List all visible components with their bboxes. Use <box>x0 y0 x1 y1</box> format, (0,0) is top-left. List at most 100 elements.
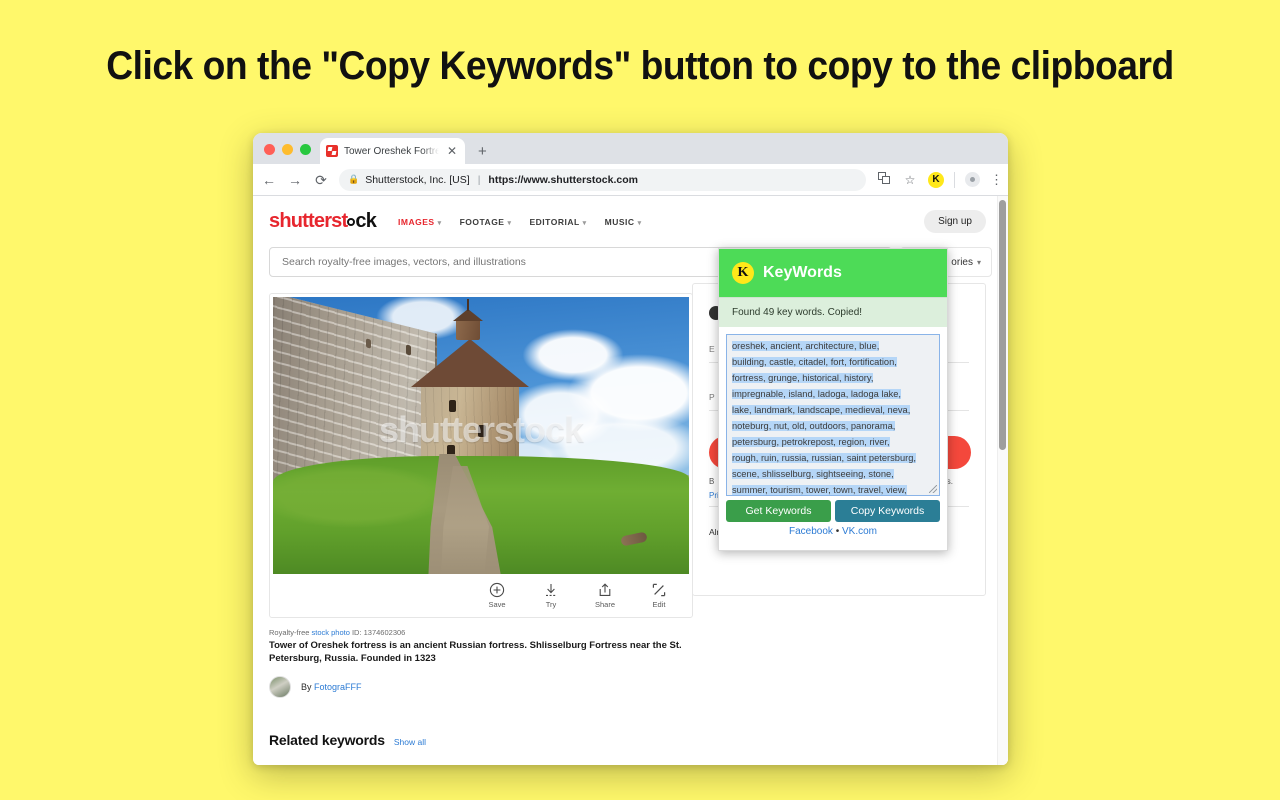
save-button[interactable]: Save <box>482 582 512 609</box>
address-bar[interactable]: 🔒 Shutterstock, Inc. [US] | https://www.… <box>339 168 866 765</box>
reload-icon[interactable]: ⟳ <box>313 173 329 187</box>
show-all-link[interactable]: Show all <box>394 737 426 747</box>
keyword-line-text: fortress, grunge, historical, history, <box>732 372 874 383</box>
browser-tab-strip: Tower Oreshek Fortress Ancient ✕ + <box>253 133 1008 164</box>
keyword-line-text: petersburg, petrokrepost, region, river, <box>732 436 890 447</box>
window-controls[interactable] <box>253 144 320 164</box>
translate-icon[interactable] <box>876 172 892 187</box>
edit-button[interactable]: Edit <box>644 582 674 609</box>
share-icon <box>599 583 611 596</box>
vk-link[interactable]: VK.com <box>842 526 877 537</box>
nav-item-music[interactable]: MUSIC ▾ <box>605 217 642 227</box>
photo-card: shutterstock Save Try Share Edit <box>269 293 693 618</box>
facebook-link[interactable]: Facebook <box>789 526 833 537</box>
popup-body: oreshek, ancient, architecture, blue, bu… <box>719 327 947 550</box>
get-keywords-button[interactable]: Get Keywords <box>726 500 831 522</box>
keyword-line-text: scene, shlisselburg, sightseeing, stone, <box>732 468 894 479</box>
site-header: shutterst ck IMAGES ▾ FOOTAGE ▾ EDITORIAL ▾ … <box>253 196 1008 233</box>
share-button[interactable]: Share <box>590 582 620 609</box>
photo-title: Tower of Oreshek fortress is an ancient … <box>269 640 682 664</box>
stock-photo-image[interactable]: shutterstock <box>273 297 689 574</box>
browser-tab[interactable]: Tower Oreshek Fortress Ancient ✕ <box>320 138 465 164</box>
keyword-line: summer, tourism, tower, town, travel, vi… <box>732 483 934 495</box>
download-icon <box>546 584 556 596</box>
keyword-line: fortress, grunge, historical, history, <box>732 371 934 387</box>
shutterstock-logo[interactable]: shutterst ck <box>269 210 377 233</box>
link-separator: • <box>832 526 842 537</box>
popup-button-row: Get Keywords Copy Keywords <box>726 500 940 522</box>
shutterstock-favicon-icon <box>326 145 338 157</box>
browser-window: Tower Oreshek Fortress Ancient ✕ + ← → ⟳… <box>253 133 1008 765</box>
bookmark-star-icon[interactable]: ☆ <box>902 173 918 187</box>
author-avatar[interactable] <box>269 675 291 698</box>
nav-item-footage[interactable]: FOOTAGE ▾ <box>460 217 512 227</box>
signup-password-field[interactable]: P <box>709 392 715 402</box>
photo-id-line: Royalty-free stock photo ID: 1374602306 <box>269 628 693 637</box>
nav-item-editorial[interactable]: EDITORIAL ▾ <box>530 217 587 227</box>
back-icon[interactable]: ← <box>261 173 277 187</box>
nav-label-images: IMAGES <box>398 216 435 227</box>
close-tab-icon[interactable]: ✕ <box>445 145 459 157</box>
maximize-window-button[interactable] <box>300 144 311 155</box>
try-button[interactable]: Try <box>536 582 566 609</box>
signup-email-field[interactable]: E <box>709 344 715 354</box>
author-link[interactable]: FotograFFF <box>314 682 362 692</box>
keyword-line: impregnable, island, ladoga, ladoga lake… <box>732 387 934 403</box>
chevron-down-icon: ▾ <box>437 219 442 227</box>
keyword-line-text: rough, ruin, russia, russian, saint pete… <box>732 452 916 463</box>
logo-text-part1: shutterst <box>269 210 348 232</box>
keywords-textarea[interactable]: oreshek, ancient, architecture, blue, bu… <box>726 334 940 496</box>
related-keywords-section: Related keywords Show all oreshek ancien… <box>269 732 1008 765</box>
chevron-down-icon: ▾ <box>976 257 981 267</box>
keyword-line-text: lake, landmark, landscape, medieval, nev… <box>732 404 911 415</box>
copy-keywords-button[interactable]: Copy Keywords <box>835 500 940 522</box>
keyword-line: oreshek, ancient, architecture, blue, <box>732 339 934 355</box>
nav-label-music: MUSIC <box>604 216 635 227</box>
profile-avatar-icon[interactable] <box>965 172 980 187</box>
omnibox-separator: | <box>477 173 481 186</box>
keyword-line-text: impregnable, island, ladoga, ladoga lake… <box>732 388 902 399</box>
photo-meta: Royalty-free stock photo ID: 1374602306 … <box>269 628 693 698</box>
nav-label-editorial: EDITORIAL <box>529 216 580 227</box>
browser-menu-icon[interactable]: ⋮ <box>990 173 1003 186</box>
keywords-extension-icon[interactable]: K <box>928 171 944 188</box>
site-identity: Shutterstock, Inc. [US] <box>365 173 470 186</box>
textarea-resize-handle[interactable] <box>929 485 937 493</box>
photo-wall-window <box>406 344 411 356</box>
toolbar-divider <box>954 171 955 188</box>
keyword-line: lake, landmark, landscape, medieval, nev… <box>732 403 934 419</box>
keywords-extension-popup: K KeyWords Found 49 key words. Copied! o… <box>718 248 948 551</box>
browser-toolbar: ← → ⟳ 🔒 Shutterstock, Inc. [US] | https:… <box>253 164 1008 765</box>
site-nav: IMAGES ▾ FOOTAGE ▾ EDITORIAL ▾ MUSIC ▾ <box>398 217 642 227</box>
new-tab-button[interactable]: + <box>478 144 487 159</box>
keyword-line-text: oreshek, ancient, architecture, blue, <box>732 341 880 351</box>
photo-action-bar: Save Try Share Edit <box>270 574 692 617</box>
chevron-down-icon: ▾ <box>637 219 642 227</box>
stock-photo-link[interactable]: stock photo <box>312 628 350 637</box>
categories-label: ories <box>951 256 973 268</box>
terms-line-start: B <box>709 477 715 486</box>
save-label: Save <box>488 600 506 609</box>
keywords-logo-icon: K <box>732 262 754 284</box>
photo-turret <box>456 319 480 340</box>
forward-icon[interactable]: → <box>287 173 303 187</box>
close-window-button[interactable] <box>264 144 275 155</box>
photo-tower-roof <box>411 339 529 387</box>
keyword-line: building, castle, citadel, fort, fortifi… <box>732 355 934 371</box>
page-scrollbar-track[interactable] <box>997 196 1008 765</box>
page-title: Click on the "Copy Keywords" button to c… <box>106 44 1174 88</box>
by-label: By <box>301 681 315 692</box>
keyword-line: scene, shlisselburg, sightseeing, stone, <box>732 467 934 483</box>
lock-icon: 🔒 <box>348 174 360 184</box>
minimize-window-button[interactable] <box>282 144 293 155</box>
popup-header: K KeyWords <box>719 249 947 297</box>
keyword-line-text: summer, tourism, tower, town, travel, vi… <box>732 484 907 495</box>
sign-up-button[interactable]: Sign up <box>924 210 986 233</box>
photo-wall-window <box>366 338 371 349</box>
chevron-down-icon: ▾ <box>582 219 587 227</box>
photo-author-row: By FotograFFF <box>269 675 693 698</box>
omnibox-host: https://www.shutterstock.com <box>488 173 638 186</box>
try-label: Try <box>545 600 557 609</box>
page-scrollbar-thumb[interactable] <box>999 200 1006 450</box>
nav-item-images[interactable]: IMAGES ▾ <box>398 217 442 227</box>
